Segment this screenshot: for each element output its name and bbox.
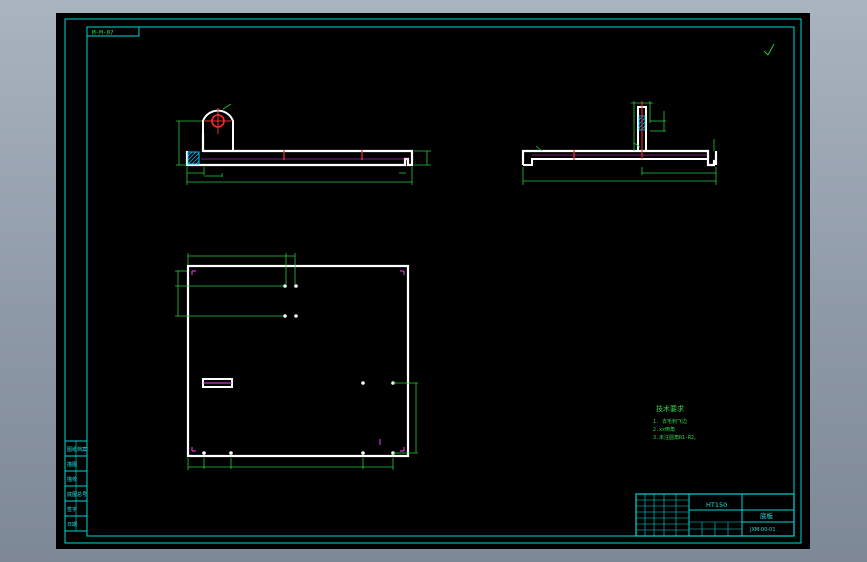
technical-notes: 技术要求 1. 去毛刺飞边 2.xx倒角 3.未注圆角R1-R2。 [653, 404, 699, 441]
side-tag-5: 签字 [67, 506, 77, 513]
tech-title: 技术要求 [656, 404, 684, 413]
side-tag-4: 底图总号 [67, 491, 87, 498]
part-name-text: 底板 [760, 511, 774, 520]
roughness-symbol-icon [763, 43, 775, 56]
inner-border [86, 26, 795, 537]
side-tag-2: 描图 [67, 461, 77, 468]
side-view [521, 101, 718, 185]
plate-outline [186, 264, 410, 458]
front-view [176, 103, 431, 185]
tech-note-2: 2.xx倒角 [653, 426, 675, 433]
title-block: HT150 底板 JXM-00-01 [635, 493, 795, 537]
side-tag-6: 日期 [67, 522, 77, 528]
tech-note-3: 3.未注圆角R1-R2。 [653, 434, 699, 441]
side-tag-3: 描校 [67, 476, 77, 483]
drawing-canvas: M-M-07 技术要求 1. 去毛刺飞边 2.xx倒角 3.未注圆角R1-R2。… [64, 18, 802, 544]
top-view [175, 253, 418, 470]
drawing-number-text: JXM-00-01 [749, 527, 776, 533]
tech-note-1: 1. 去毛刺飞边 [653, 418, 687, 425]
side-tag-column: 图纸档案 描图 描校 底图总号 签字 日期 [64, 440, 88, 532]
outer-border [64, 18, 802, 544]
corner-label: M-M-07 [92, 30, 114, 37]
cad-viewport[interactable]: M-M-07 技术要求 1. 去毛刺飞边 2.xx倒角 3.未注圆角R1-R2。… [56, 13, 810, 549]
side-tag-1: 图纸档案 [67, 446, 87, 453]
material-text: HT150 [706, 501, 727, 509]
